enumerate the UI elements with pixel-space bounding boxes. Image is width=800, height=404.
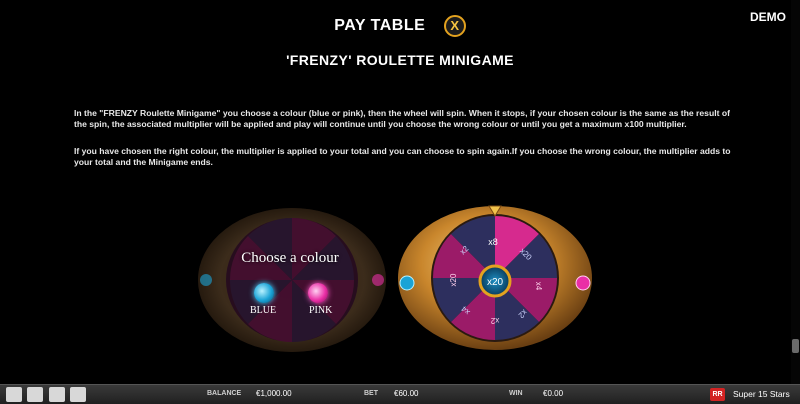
blue-side-gem: [399, 275, 415, 291]
bet-value: €60.00: [394, 389, 419, 398]
segment-label-4: x2: [490, 316, 499, 325]
balance-value: €1,000.00: [256, 389, 292, 398]
choose-colour-prompt: Choose a colour: [241, 250, 339, 266]
blue-gem-button[interactable]: [254, 283, 274, 303]
pink-gem-button[interactable]: [308, 283, 328, 303]
pink-side-gem: [575, 275, 591, 291]
segment-label-6: x20: [449, 273, 458, 286]
roulette-wheel: x8 x20 x4 x2 x2 x4 x20 x2 x20: [398, 205, 592, 350]
blue-label: BLUE: [250, 305, 277, 316]
segment-label-2: x4: [534, 282, 543, 291]
bet-label: BET: [364, 390, 378, 397]
description-paragraph-1: In the "FRENZY Roulette Minigame" you ch…: [74, 108, 730, 129]
game-name: Super 15 Stars: [733, 389, 790, 399]
pay-table-header: PAY TABLE X: [0, 15, 800, 37]
win-value: €0.00: [543, 389, 564, 398]
provider-logo: RR: [710, 388, 725, 401]
scrollbar-track[interactable]: [791, 0, 800, 384]
section-title: 'FRENZY' ROULETTE MINIGAME: [286, 52, 514, 68]
hub-multiplier: x20: [487, 277, 504, 288]
menu-icon[interactable]: [6, 387, 22, 402]
bottom-bar: BALANCE €1,000.00 BET €60.00 WIN €0.00 R…: [0, 384, 800, 404]
win-label: WIN: [509, 390, 523, 397]
autoplay-icon[interactable]: [70, 387, 86, 402]
pink-label: PINK: [309, 305, 333, 316]
segment-label-0: x8: [488, 237, 498, 247]
balance-label: BALANCE: [207, 390, 242, 397]
page-title: PAY TABLE: [334, 17, 426, 34]
description-paragraph-2: If you have chosen the right colour, the…: [74, 146, 731, 167]
fullscreen-icon[interactable]: [49, 387, 65, 402]
choose-colour-wheel: [198, 208, 386, 352]
close-button[interactable]: X: [443, 15, 466, 37]
sound-icon[interactable]: [27, 387, 43, 402]
scrollbar-thumb[interactable]: [792, 339, 799, 353]
demo-badge: DEMO: [750, 10, 786, 24]
